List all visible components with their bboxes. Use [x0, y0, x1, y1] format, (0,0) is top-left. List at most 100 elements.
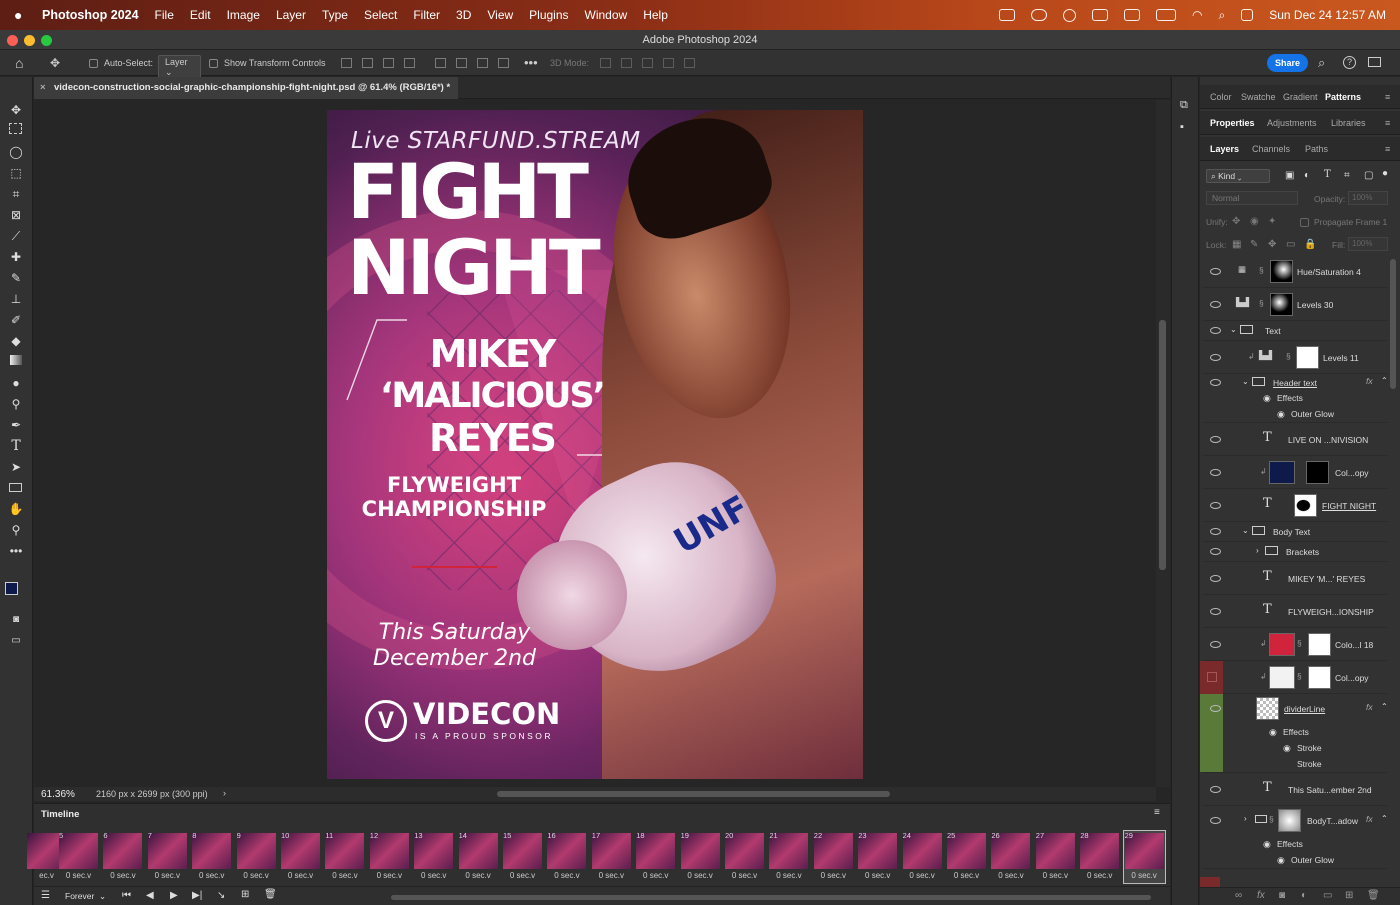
- timeline-frame[interactable]: 29 0 sec.v: [1122, 830, 1166, 884]
- timeline-frame[interactable]: 25 0 sec.v: [946, 831, 987, 883]
- lasso-tool-icon[interactable]: ◯: [7, 144, 25, 160]
- 3d-orbit-icon[interactable]: [600, 58, 611, 68]
- delete-frame-icon[interactable]: 🗑: [264, 889, 277, 900]
- filter-toggle-icon[interactable]: ●: [1382, 168, 1388, 179]
- books-icon[interactable]: [1124, 9, 1141, 21]
- path-select-icon[interactable]: ➤: [7, 459, 25, 475]
- frame-delay-dropdown[interactable]: 0 sec.v: [1035, 871, 1076, 880]
- adjustment-layer-icon[interactable]: ◐: [1301, 890, 1307, 901]
- frame-delay-dropdown[interactable]: 0 sec.v: [502, 871, 543, 880]
- layer-row[interactable]: ↲ § Col...opy: [1200, 661, 1387, 694]
- timeline-frame[interactable]: 21 0 sec.v: [768, 831, 809, 883]
- marquee-tool-icon[interactable]: [9, 123, 22, 134]
- lock-image-icon[interactable]: ✎: [1250, 239, 1258, 250]
- move-tool-icon[interactable]: ✥: [50, 56, 60, 70]
- menu-select[interactable]: Select: [364, 8, 397, 22]
- frame-delay-dropdown[interactable]: 0 sec.v: [102, 871, 143, 880]
- fill-field[interactable]: 100%: [1348, 237, 1388, 251]
- visibility-eye-icon[interactable]: [1210, 469, 1221, 476]
- menu-view[interactable]: View: [487, 8, 513, 22]
- expand-chevron-icon[interactable]: ⌄: [1242, 377, 1249, 386]
- frame-delay-dropdown[interactable]: 0 sec.v: [191, 871, 232, 880]
- minimize-window-button[interactable]: [24, 35, 35, 46]
- frame-delay-dropdown[interactable]: 0 sec.v: [857, 871, 898, 880]
- timeline-frame[interactable]: 26 0 sec.v: [990, 831, 1031, 883]
- previous-frame-icon[interactable]: ◀: [146, 890, 154, 901]
- filter-pixel-icon[interactable]: ▣: [1285, 170, 1294, 181]
- zoom-tool-icon[interactable]: ⚲: [7, 522, 25, 538]
- healing-brush-icon[interactable]: ✚: [7, 249, 25, 265]
- visibility-eye-icon[interactable]: [1210, 502, 1221, 509]
- frame-delay-dropdown[interactable]: 0 sec.v: [680, 871, 721, 880]
- new-layer-icon[interactable]: ⊞: [1345, 890, 1353, 901]
- frame-delay-dropdown[interactable]: 0 sec.v: [546, 871, 587, 880]
- vertical-scrollbar[interactable]: [1159, 320, 1166, 570]
- app-store-icon[interactable]: [1092, 9, 1109, 21]
- horizontal-scrollbar[interactable]: [497, 791, 890, 797]
- link-layers-icon[interactable]: ∞: [1235, 890, 1242, 901]
- effect-eye-icon[interactable]: ◉: [1263, 393, 1271, 404]
- menu-plugins[interactable]: Plugins: [529, 8, 568, 22]
- frame-delay-dropdown[interactable]: 0 sec.v: [58, 871, 99, 880]
- frame-delay-dropdown[interactable]: 0 sec.v: [147, 871, 188, 880]
- effect-eye-icon[interactable]: ◉: [1277, 409, 1285, 420]
- pen-tool-icon[interactable]: ✒: [7, 417, 25, 433]
- duplicate-frame-icon[interactable]: ⊞: [241, 889, 249, 900]
- layer-row[interactable]: ▦ § Hue/Saturation 4: [1203, 255, 1387, 288]
- comments-panel-icon[interactable]: ▪: [1180, 121, 1184, 133]
- timeline-frame[interactable]: 17 0 sec.v: [591, 831, 632, 883]
- help-icon[interactable]: ?: [1343, 56, 1356, 69]
- visibility-eye-icon[interactable]: [1210, 641, 1221, 648]
- frame-delay-dropdown[interactable]: 0 sec.v: [990, 871, 1031, 880]
- more-options-icon[interactable]: •••: [524, 55, 538, 70]
- workspace-icon[interactable]: [1368, 57, 1381, 67]
- tab-adjustments[interactable]: Adjustments: [1267, 118, 1317, 128]
- expand-chevron-icon[interactable]: ›: [1244, 814, 1247, 823]
- opacity-field[interactable]: 100%: [1348, 191, 1388, 205]
- tab-gradients[interactable]: Gradient: [1283, 92, 1318, 102]
- layer-row[interactable]: T MIKEY 'M...' REYES: [1203, 562, 1387, 595]
- timeline-frame[interactable]: 9 0 sec.v: [236, 831, 277, 883]
- object-select-icon[interactable]: ⬚: [7, 165, 25, 181]
- tab-paths[interactable]: Paths: [1305, 144, 1328, 154]
- screen-mode-icon[interactable]: ▭: [7, 633, 25, 649]
- lock-transparent-icon[interactable]: ▦: [1232, 239, 1241, 250]
- visibility-eye-icon[interactable]: [1210, 575, 1221, 582]
- share-button[interactable]: Share: [1267, 54, 1308, 72]
- play-icon[interactable]: ▶: [170, 890, 178, 901]
- effect-row[interactable]: Stroke: [1203, 756, 1387, 773]
- effects-row[interactable]: ◉ Effects: [1203, 836, 1387, 852]
- menu-window[interactable]: Window: [585, 8, 628, 22]
- layer-row[interactable]: ▙▟ § Levels 30: [1203, 288, 1387, 321]
- timeline-frame[interactable]: 24 0 sec.v: [902, 831, 943, 883]
- timeline-frame[interactable]: 10 0 sec.v: [280, 831, 321, 883]
- visibility-eye-icon[interactable]: [1210, 608, 1221, 615]
- align-top-icon[interactable]: [434, 58, 446, 68]
- edit-toolbar-icon[interactable]: •••: [7, 543, 25, 559]
- timeline-frame[interactable]: 16 0 sec.v: [546, 831, 587, 883]
- frame-tool-icon[interactable]: ⊠: [7, 207, 25, 223]
- delete-layer-icon[interactable]: 🗑: [1367, 890, 1380, 901]
- effects-row[interactable]: ◉ Effects: [1203, 724, 1387, 740]
- layer-row[interactable]: T LIVE ON ...NIVISION: [1203, 423, 1387, 456]
- timeline-frame[interactable]: 8 0 sec.v: [191, 831, 232, 883]
- frame-delay-dropdown[interactable]: 0 sec.v: [902, 871, 943, 880]
- visibility-eye-icon[interactable]: [1210, 354, 1221, 361]
- 3d-camera-icon[interactable]: [684, 58, 695, 68]
- effect-row[interactable]: ◉ Stroke: [1203, 740, 1387, 756]
- frame-delay-dropdown[interactable]: 0 sec.v: [1124, 871, 1165, 880]
- 3d-slide-icon[interactable]: [663, 58, 674, 68]
- visibility-eye-icon[interactable]: [1210, 548, 1221, 555]
- align-right-icon[interactable]: [383, 58, 394, 68]
- blend-mode-dropdown[interactable]: Normal: [1206, 191, 1298, 205]
- fx-icon[interactable]: fx: [1366, 376, 1373, 386]
- visibility-eye-icon[interactable]: [1210, 327, 1221, 334]
- convert-timeline-icon[interactable]: ☰: [41, 890, 50, 901]
- timeline-frame[interactable]: 5 0 sec.v: [58, 831, 99, 883]
- type-tool-icon[interactable]: T: [7, 438, 25, 454]
- layer-row[interactable]: dividerLine fx ⌃: [1200, 694, 1388, 772]
- layer-row[interactable]: ↲ ▙▟ § Levels 11: [1203, 341, 1387, 374]
- tab-properties[interactable]: Properties: [1210, 118, 1255, 128]
- search-icon[interactable]: ⌕: [1318, 55, 1325, 71]
- timeline-frame[interactable]: 23 0 sec.v: [857, 831, 898, 883]
